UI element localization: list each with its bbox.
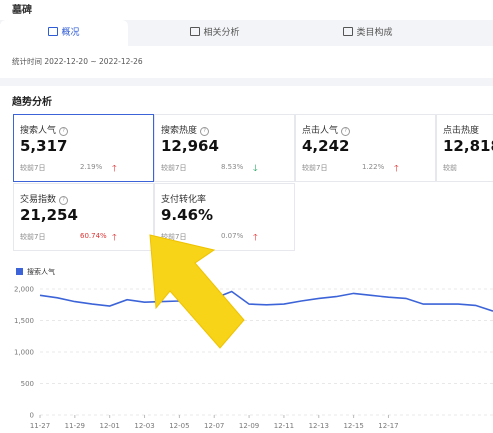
tab-related-analysis[interactable]: 相关分析 [165, 20, 265, 46]
tab-overview[interactable]: 概况 [0, 20, 128, 46]
folder-icon [190, 27, 201, 36]
stat-period: 统计时间 2022-12-20 ~ 2022-12-26 [12, 57, 143, 66]
folder-icon [343, 27, 354, 36]
top-bar: 墓碑 [0, 0, 493, 20]
tab-overview-label: 概况 [61, 28, 80, 38]
folder-icon [48, 27, 59, 36]
trend-panel: 趋势分析 搜索人气? 5,317 较前7日 2.19% 🡑 搜索热度? 12,9… [0, 86, 493, 433]
page-brand-title: 墓碑 [12, 5, 32, 16]
tab-bar: 概况 相关分析 类目构成 [0, 20, 493, 46]
annotation-arrow-icon [149, 234, 245, 349]
date-range-bar: 统计时间 2022-12-20 ~ 2022-12-26 [0, 46, 493, 78]
tab-category-composition-label: 类目构成 [356, 28, 393, 38]
tab-related-analysis-label: 相关分析 [203, 28, 240, 38]
tab-category-composition[interactable]: 类目构成 [318, 20, 418, 46]
